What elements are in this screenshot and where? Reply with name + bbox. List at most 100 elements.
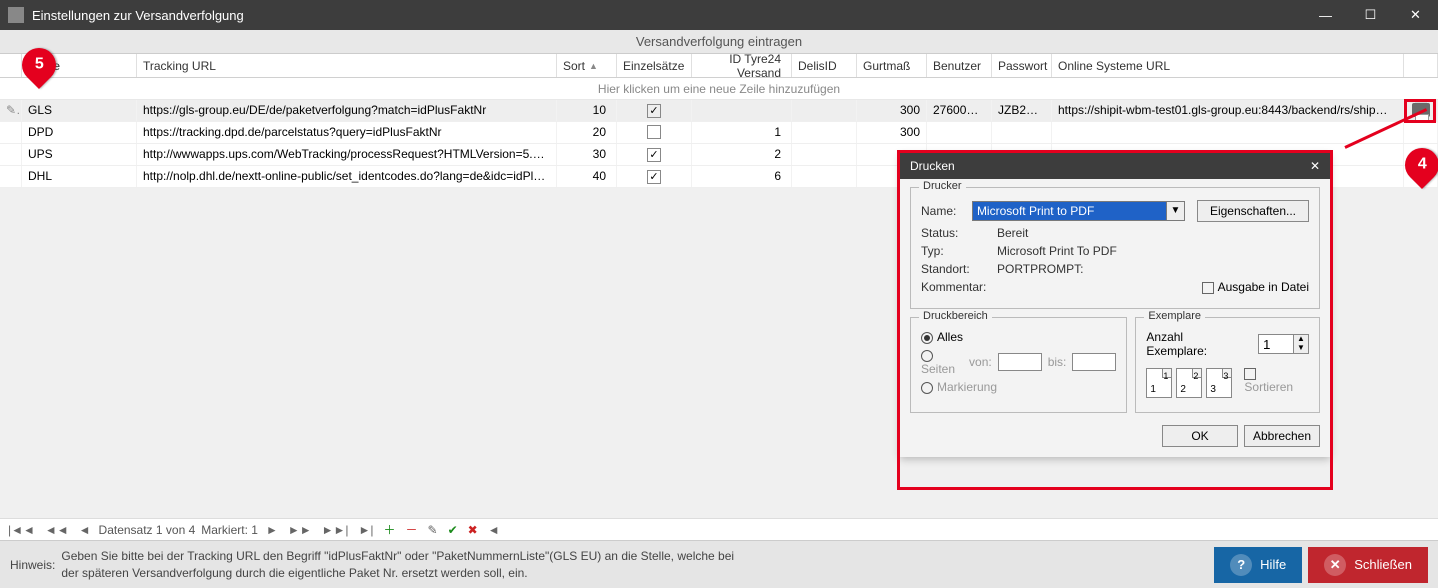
range-all-radio[interactable]: Alles: [921, 330, 963, 344]
cell-benutzer[interactable]: 2760083...: [927, 100, 992, 121]
window-maximize-button[interactable]: ☐: [1348, 0, 1393, 30]
cancel-record-button[interactable]: ✖: [466, 523, 480, 537]
cell-action: [1404, 166, 1438, 187]
cell-passwort[interactable]: JZB2DU0...: [992, 100, 1052, 121]
print-to-file-checkbox[interactable]: Ausgabe in Datei: [1202, 280, 1309, 294]
cell-einzel[interactable]: ✓: [617, 144, 692, 165]
add-record-button[interactable]: ＋: [381, 521, 397, 538]
chevron-down-icon[interactable]: ▼: [1167, 201, 1185, 221]
collate-checkbox: Sortieren: [1244, 366, 1309, 394]
window-titlebar: Einstellungen zur Versandverfolgung ― ☐ …: [0, 0, 1438, 30]
cell-name[interactable]: DHL: [22, 166, 137, 187]
cell-tracking-url[interactable]: http://wwwapps.ups.com/WebTracking/proce…: [137, 144, 557, 165]
cell-tracking-url[interactable]: https://gls-group.eu/DE/de/paketverfolgu…: [137, 100, 557, 121]
nav-first-button[interactable]: |◄◄: [6, 523, 37, 537]
cell-online-url[interactable]: [1052, 122, 1404, 143]
nav-end-button[interactable]: ►|: [356, 523, 375, 537]
save-record-button[interactable]: ✔: [446, 523, 460, 537]
cell-benutzer[interactable]: [927, 122, 992, 143]
cell-delisid[interactable]: [792, 100, 857, 121]
col-benutzer[interactable]: Benutzer: [927, 54, 992, 77]
col-delisid[interactable]: DelisID: [792, 54, 857, 77]
row-indicator: ✎: [0, 100, 22, 121]
cell-delisid[interactable]: [792, 122, 857, 143]
nav-prevpage-button[interactable]: ◄◄: [43, 523, 71, 537]
nav-more-button[interactable]: ◄: [486, 523, 502, 537]
col-passwort[interactable]: Passwort: [992, 54, 1052, 77]
cell-action: [1404, 144, 1438, 165]
delete-record-button[interactable]: －: [404, 521, 420, 538]
range-from-input[interactable]: [998, 353, 1042, 371]
range-selection-radio: Markierung: [921, 380, 997, 394]
cell-passwort[interactable]: [992, 122, 1052, 143]
cell-name[interactable]: UPS: [22, 144, 137, 165]
help-button[interactable]: ?Hilfe: [1214, 547, 1302, 583]
cell-tyre24[interactable]: 1: [692, 122, 792, 143]
cell-einzel[interactable]: ✓: [617, 100, 692, 121]
row-indicator: [0, 166, 22, 187]
cell-tyre24[interactable]: [692, 100, 792, 121]
cell-gurt[interactable]: 300: [857, 122, 927, 143]
print-ok-button[interactable]: OK: [1162, 425, 1238, 447]
col-sort[interactable]: Sort▲: [557, 54, 617, 77]
row-indicator: [0, 144, 22, 165]
table-row[interactable]: ✎GLShttps://gls-group.eu/DE/de/paketverf…: [0, 100, 1438, 122]
cell-delisid[interactable]: [792, 166, 857, 187]
cell-tracking-url[interactable]: http://nolp.dhl.de/nextt-online-public/s…: [137, 166, 557, 187]
window-close-button[interactable]: ✕: [1393, 0, 1438, 30]
nav-prev-button[interactable]: ◄: [77, 523, 93, 537]
hint-text: Geben Sie bitte bei der Tracking URL den…: [61, 548, 741, 580]
cell-sort[interactable]: 40: [557, 166, 617, 187]
col-tracking-url[interactable]: Tracking URL: [137, 54, 557, 77]
print-cancel-button[interactable]: Abbrechen: [1244, 425, 1320, 447]
copies-spinner[interactable]: ▲▼: [1258, 334, 1309, 354]
print-dialog: Drucken ✕ Drucker Name: Microsoft Print …: [900, 153, 1330, 457]
window-minimize-button[interactable]: ―: [1303, 0, 1348, 30]
print-dialog-title: Drucken: [910, 159, 955, 173]
cell-name[interactable]: DPD: [22, 122, 137, 143]
printer-name-select[interactable]: Microsoft Print to PDF ▼: [972, 201, 1185, 221]
print-dialog-titlebar[interactable]: Drucken ✕: [900, 153, 1330, 179]
printer-properties-button[interactable]: Eigenschaften...: [1197, 200, 1309, 222]
cell-name[interactable]: GLS: [22, 100, 137, 121]
record-marked: Markiert: 1: [201, 523, 258, 537]
nav-nextpage-button[interactable]: ►►: [286, 523, 314, 537]
nav-last-button[interactable]: ►►|: [320, 523, 351, 537]
range-to-input[interactable]: [1072, 353, 1116, 371]
row-indicator: [0, 122, 22, 143]
print-range-group: Druckbereich Alles Seiten von: bis: Mark…: [910, 317, 1127, 413]
window-title: Einstellungen zur Versandverfolgung: [32, 8, 244, 23]
cell-tyre24[interactable]: 6: [692, 166, 792, 187]
cell-sort[interactable]: 20: [557, 122, 617, 143]
cell-tracking-url[interactable]: https://tracking.dpd.de/parcelstatus?que…: [137, 122, 557, 143]
col-name[interactable]: Name: [22, 54, 137, 77]
nav-next-button[interactable]: ►: [264, 523, 280, 537]
section-title: Versandverfolgung eintragen: [0, 30, 1438, 54]
printer-group: Drucker Name: Microsoft Print to PDF ▼ E…: [910, 187, 1320, 309]
print-dialog-close-icon[interactable]: ✕: [1310, 159, 1320, 173]
cell-einzel[interactable]: [617, 122, 692, 143]
record-position: Datensatz 1 von 4: [99, 523, 196, 537]
grid-new-row[interactable]: Hier klicken um eine neue Zeile hinzuzuf…: [0, 78, 1438, 100]
cell-gurt[interactable]: 300: [857, 100, 927, 121]
collate-illustration: 11 22 33: [1146, 368, 1232, 398]
cell-einzel[interactable]: ✓: [617, 166, 692, 187]
cell-online-url[interactable]: https://shipit-wbm-test01.gls-group.eu:8…: [1052, 100, 1404, 121]
copies-group: Exemplare Anzahl Exemplare: ▲▼ 11 22 33: [1135, 317, 1320, 413]
hint-label: Hinweis:: [10, 558, 55, 572]
close-button[interactable]: ✕Schließen: [1308, 547, 1428, 583]
col-einzelsaetze[interactable]: Einzelsätze: [617, 54, 692, 77]
range-pages-radio[interactable]: Seiten: [921, 348, 955, 376]
cell-tyre24[interactable]: 2: [692, 144, 792, 165]
table-row[interactable]: DPDhttps://tracking.dpd.de/parcelstatus?…: [0, 122, 1438, 144]
cell-delisid[interactable]: [792, 144, 857, 165]
col-gurtmass[interactable]: Gurtmaß: [857, 54, 927, 77]
col-tyre24[interactable]: ID Tyre24 Versand: [692, 54, 792, 77]
footer-bar: Hinweis: Geben Sie bitte bei der Trackin…: [0, 540, 1438, 588]
cell-sort[interactable]: 30: [557, 144, 617, 165]
cell-action: [1404, 122, 1438, 143]
close-icon: ✕: [1324, 554, 1346, 576]
edit-record-button[interactable]: ✎: [426, 523, 440, 537]
cell-sort[interactable]: 10: [557, 100, 617, 121]
col-online-url[interactable]: Online Systeme URL: [1052, 54, 1404, 77]
